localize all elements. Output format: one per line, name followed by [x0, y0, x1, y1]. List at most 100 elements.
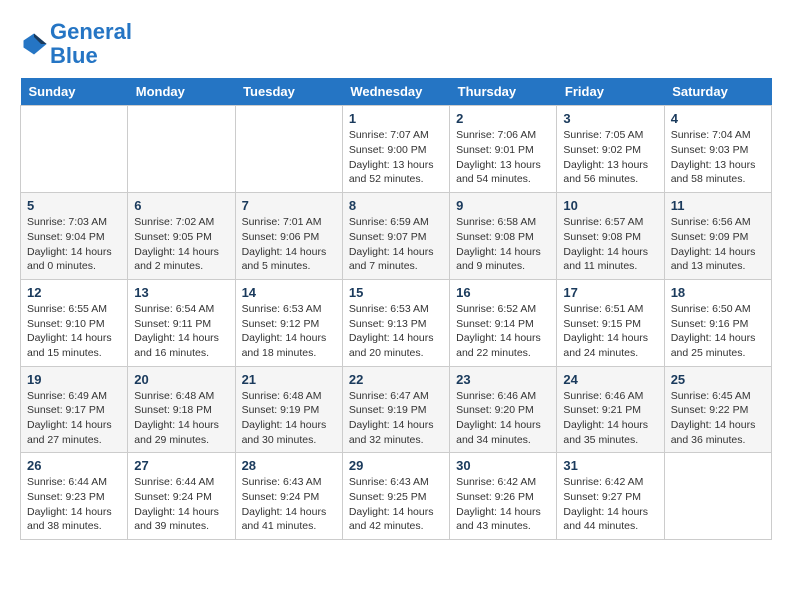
day-header-thursday: Thursday [450, 78, 557, 106]
day-number: 23 [456, 372, 550, 387]
week-row-4: 19 Sunrise: 6:49 AM Sunset: 9:17 PM Dayli… [21, 366, 772, 453]
day-cell-6: 6Sunrise: 7:02 AM Sunset: 9:05 PM Daylig… [128, 193, 235, 280]
day-detail: Sunrise: 6:59 AM Sunset: 9:07 PM Dayligh… [349, 215, 443, 274]
day-cell-18: 18 Sunrise: 6:50 AM Sunset: 9:16 PM Dayli… [664, 279, 771, 366]
day-cell-10: 10 Sunrise: 6:57 AM Sunset: 9:08 PM Dayli… [557, 193, 664, 280]
day-number: 14 [242, 285, 336, 300]
day-detail: Sunrise: 7:02 AM Sunset: 9:05 PM Dayligh… [134, 215, 228, 274]
day-number: 26 [27, 458, 121, 473]
day-detail: Sunrise: 6:57 AM Sunset: 9:08 PM Dayligh… [563, 215, 657, 274]
day-detail: Sunrise: 6:49 AM Sunset: 9:17 PM Dayligh… [27, 389, 121, 448]
day-header-monday: Monday [128, 78, 235, 106]
page-header: General Blue [20, 20, 772, 68]
day-number: 9 [456, 198, 550, 213]
day-number: 30 [456, 458, 550, 473]
day-cell-25: 25 Sunrise: 6:45 AM Sunset: 9:22 PM Dayli… [664, 366, 771, 453]
day-detail: Sunrise: 6:54 AM Sunset: 9:11 PM Dayligh… [134, 302, 228, 361]
day-detail: Sunrise: 6:42 AM Sunset: 9:27 PM Dayligh… [563, 475, 657, 534]
logo: General Blue [20, 20, 132, 68]
empty-cell [21, 106, 128, 193]
day-cell-8: 8 Sunrise: 6:59 AM Sunset: 9:07 PM Daylig… [342, 193, 449, 280]
empty-cell [664, 453, 771, 540]
day-cell-16: 16 Sunrise: 6:52 AM Sunset: 9:14 PM Dayli… [450, 279, 557, 366]
day-cell-29: 29 Sunrise: 6:43 AM Sunset: 9:25 PM Dayli… [342, 453, 449, 540]
day-cell-15: 15 Sunrise: 6:53 AM Sunset: 9:13 PM Dayli… [342, 279, 449, 366]
day-cell-2: 2 Sunrise: 7:06 AM Sunset: 9:01 PM Daylig… [450, 106, 557, 193]
empty-cell [235, 106, 342, 193]
day-number: 31 [563, 458, 657, 473]
day-cell-31: 31 Sunrise: 6:42 AM Sunset: 9:27 PM Dayli… [557, 453, 664, 540]
day-cell-17: 17Sunrise: 6:51 AM Sunset: 9:15 PM Dayli… [557, 279, 664, 366]
day-cell-12: 12Sunrise: 6:55 AM Sunset: 9:10 PM Dayli… [21, 279, 128, 366]
day-detail: Sunrise: 6:46 AM Sunset: 9:21 PM Dayligh… [563, 389, 657, 448]
day-detail: Sunrise: 6:43 AM Sunset: 9:24 PM Dayligh… [242, 475, 336, 534]
day-number: 18 [671, 285, 765, 300]
day-detail: Sunrise: 6:50 AM Sunset: 9:16 PM Dayligh… [671, 302, 765, 361]
day-cell-30: 30Sunrise: 6:42 AM Sunset: 9:26 PM Dayli… [450, 453, 557, 540]
day-detail: Sunrise: 6:52 AM Sunset: 9:14 PM Dayligh… [456, 302, 550, 361]
day-cell-7: 7Sunrise: 7:01 AM Sunset: 9:06 PM Daylig… [235, 193, 342, 280]
day-cell-26: 26 Sunrise: 6:44 AM Sunset: 9:23 PM Dayli… [21, 453, 128, 540]
day-number: 17 [563, 285, 657, 300]
day-number: 29 [349, 458, 443, 473]
week-row-2: 5 Sunrise: 7:03 AM Sunset: 9:04 PM Daylig… [21, 193, 772, 280]
day-number: 27 [134, 458, 228, 473]
day-cell-11: 11 Sunrise: 6:56 AM Sunset: 9:09 PM Dayli… [664, 193, 771, 280]
day-number: 28 [242, 458, 336, 473]
day-header-wednesday: Wednesday [342, 78, 449, 106]
day-detail: Sunrise: 6:44 AM Sunset: 9:24 PM Dayligh… [134, 475, 228, 534]
day-number: 19 [27, 372, 121, 387]
day-number: 5 [27, 198, 121, 213]
day-detail: Sunrise: 6:47 AM Sunset: 9:19 PM Dayligh… [349, 389, 443, 448]
day-number: 10 [563, 198, 657, 213]
day-number: 20 [134, 372, 228, 387]
empty-cell [128, 106, 235, 193]
day-detail: Sunrise: 7:03 AM Sunset: 9:04 PM Dayligh… [27, 215, 121, 274]
day-detail: Sunrise: 6:45 AM Sunset: 9:22 PM Dayligh… [671, 389, 765, 448]
day-number: 12 [27, 285, 121, 300]
day-cell-21: 21 Sunrise: 6:48 AM Sunset: 9:19 PM Dayli… [235, 366, 342, 453]
day-number: 15 [349, 285, 443, 300]
day-detail: Sunrise: 6:44 AM Sunset: 9:23 PM Dayligh… [27, 475, 121, 534]
day-number: 2 [456, 111, 550, 126]
day-cell-14: 14 Sunrise: 6:53 AM Sunset: 9:12 PM Dayli… [235, 279, 342, 366]
logo-name: General Blue [50, 20, 132, 68]
day-cell-27: 27 Sunrise: 6:44 AM Sunset: 9:24 PM Dayli… [128, 453, 235, 540]
day-cell-20: 20Sunrise: 6:48 AM Sunset: 9:18 PM Dayli… [128, 366, 235, 453]
day-cell-9: 9 Sunrise: 6:58 AM Sunset: 9:08 PM Daylig… [450, 193, 557, 280]
day-detail: Sunrise: 6:56 AM Sunset: 9:09 PM Dayligh… [671, 215, 765, 274]
day-detail: Sunrise: 6:43 AM Sunset: 9:25 PM Dayligh… [349, 475, 443, 534]
day-number: 16 [456, 285, 550, 300]
calendar-table: SundayMondayTuesdayWednesdayThursdayFrid… [20, 78, 772, 540]
day-detail: Sunrise: 6:46 AM Sunset: 9:20 PM Dayligh… [456, 389, 550, 448]
day-header-saturday: Saturday [664, 78, 771, 106]
day-detail: Sunrise: 7:06 AM Sunset: 9:01 PM Dayligh… [456, 128, 550, 187]
day-detail: Sunrise: 7:04 AM Sunset: 9:03 PM Dayligh… [671, 128, 765, 187]
day-detail: Sunrise: 6:53 AM Sunset: 9:12 PM Dayligh… [242, 302, 336, 361]
day-cell-28: 28 Sunrise: 6:43 AM Sunset: 9:24 PM Dayli… [235, 453, 342, 540]
week-row-1: 1 Sunrise: 7:07 AM Sunset: 9:00 PM Daylig… [21, 106, 772, 193]
day-number: 25 [671, 372, 765, 387]
day-header-sunday: Sunday [21, 78, 128, 106]
day-cell-5: 5 Sunrise: 7:03 AM Sunset: 9:04 PM Daylig… [21, 193, 128, 280]
day-detail: Sunrise: 6:53 AM Sunset: 9:13 PM Dayligh… [349, 302, 443, 361]
day-detail: Sunrise: 6:58 AM Sunset: 9:08 PM Dayligh… [456, 215, 550, 274]
day-number: 11 [671, 198, 765, 213]
day-number: 8 [349, 198, 443, 213]
day-detail: Sunrise: 7:05 AM Sunset: 9:02 PM Dayligh… [563, 128, 657, 187]
week-row-5: 26 Sunrise: 6:44 AM Sunset: 9:23 PM Dayli… [21, 453, 772, 540]
day-header-tuesday: Tuesday [235, 78, 342, 106]
day-number: 1 [349, 111, 443, 126]
day-detail: Sunrise: 7:07 AM Sunset: 9:00 PM Dayligh… [349, 128, 443, 187]
day-header-friday: Friday [557, 78, 664, 106]
day-number: 21 [242, 372, 336, 387]
day-cell-19: 19 Sunrise: 6:49 AM Sunset: 9:17 PM Dayli… [21, 366, 128, 453]
day-detail: Sunrise: 6:48 AM Sunset: 9:19 PM Dayligh… [242, 389, 336, 448]
day-number: 4 [671, 111, 765, 126]
day-cell-1: 1 Sunrise: 7:07 AM Sunset: 9:00 PM Daylig… [342, 106, 449, 193]
week-row-3: 12Sunrise: 6:55 AM Sunset: 9:10 PM Dayli… [21, 279, 772, 366]
day-number: 3 [563, 111, 657, 126]
day-number: 24 [563, 372, 657, 387]
day-cell-22: 22Sunrise: 6:47 AM Sunset: 9:19 PM Dayli… [342, 366, 449, 453]
day-number: 7 [242, 198, 336, 213]
